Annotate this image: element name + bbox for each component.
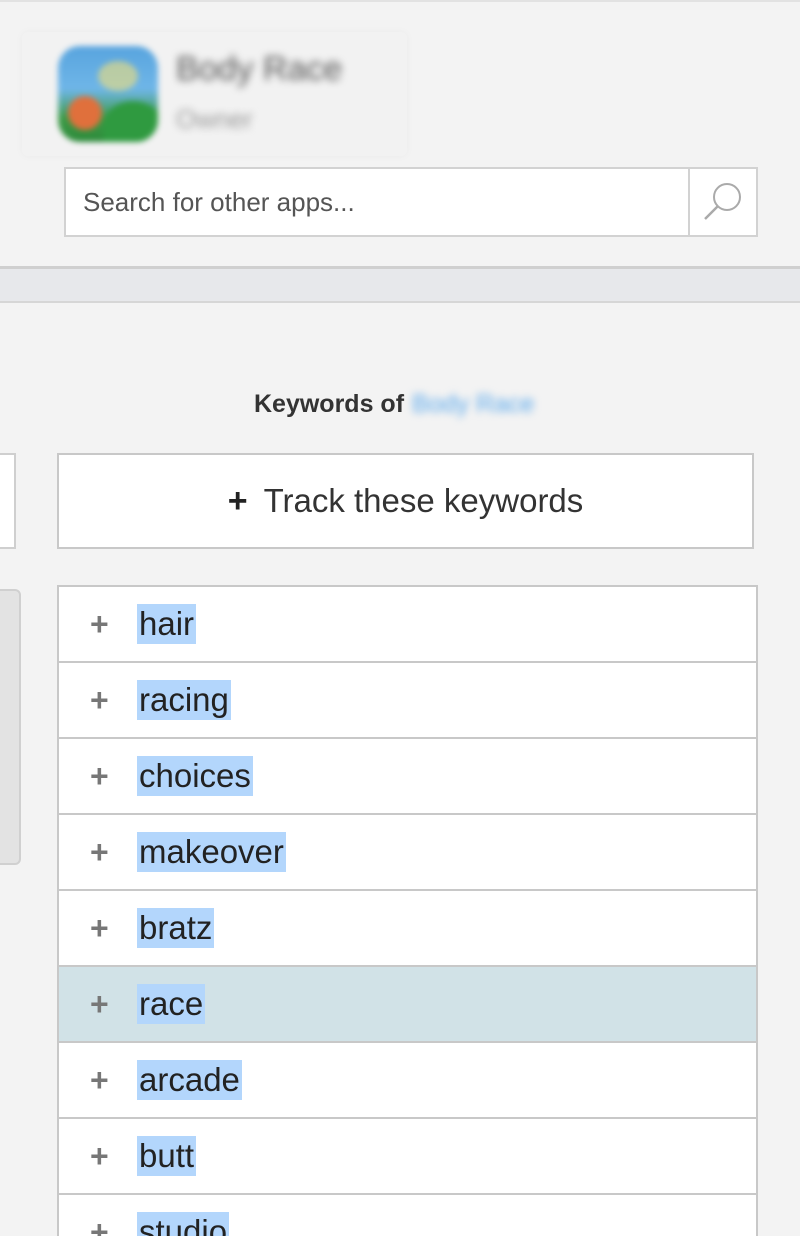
keyword-label: choices	[137, 756, 253, 796]
app-name[interactable]: Body Race	[176, 50, 342, 89]
plus-icon: +	[227, 481, 248, 520]
keyword-row[interactable]: + bratz	[59, 891, 756, 967]
search-button[interactable]	[688, 169, 756, 235]
keyword-row[interactable]: + makeover	[59, 815, 756, 891]
add-keyword-icon[interactable]: +	[90, 967, 109, 1041]
add-keyword-icon[interactable]: +	[90, 815, 109, 889]
add-keyword-icon[interactable]: +	[90, 587, 109, 661]
keyword-label: studio	[137, 1212, 230, 1236]
keywords-heading-prefix: Keywords of	[254, 390, 405, 418]
keyword-label: racing	[137, 680, 231, 720]
track-keywords-label: Track these keywords	[263, 482, 584, 519]
keyword-row[interactable]: + butt	[59, 1119, 756, 1195]
keyword-row[interactable]: + hair	[59, 587, 756, 663]
keyword-label: bratz	[137, 908, 215, 948]
add-keyword-icon[interactable]: +	[90, 1195, 109, 1236]
keyword-label: arcade	[137, 1060, 242, 1100]
add-keyword-icon[interactable]: +	[90, 891, 109, 965]
add-keyword-icon[interactable]: +	[90, 1119, 109, 1193]
keyword-label: makeover	[137, 832, 286, 872]
keyword-row-hovered[interactable]: + race	[59, 967, 756, 1043]
add-keyword-icon[interactable]: +	[90, 663, 109, 737]
keyword-row[interactable]: + studio	[59, 1195, 756, 1236]
app-icon[interactable]	[58, 46, 158, 142]
keyword-row[interactable]: + choices	[59, 739, 756, 815]
keywords-heading: Keywords of Body Race	[254, 390, 534, 419]
keyword-label: hair	[137, 604, 197, 644]
search-input[interactable]	[66, 169, 688, 235]
top-border	[0, 0, 800, 2]
left-panel-scroll-edge	[0, 589, 21, 865]
keyword-list: + hair + racing + choices + makeover + b…	[57, 585, 758, 1236]
section-band	[0, 269, 800, 303]
keyword-row[interactable]: + racing	[59, 663, 756, 739]
left-panel-edge	[0, 453, 16, 549]
add-keyword-icon[interactable]: +	[90, 1043, 109, 1117]
keyword-label: race	[137, 984, 206, 1024]
add-keyword-icon[interactable]: +	[90, 739, 109, 813]
track-keywords-button[interactable]: + Track these keywords	[57, 453, 754, 549]
keyword-row[interactable]: + arcade	[59, 1043, 756, 1119]
search-icon	[704, 183, 741, 220]
search-box	[64, 167, 758, 237]
app-subtitle: Owner	[176, 104, 253, 134]
keyword-label: butt	[137, 1136, 197, 1176]
keywords-app-link[interactable]: Body Race	[412, 390, 534, 418]
